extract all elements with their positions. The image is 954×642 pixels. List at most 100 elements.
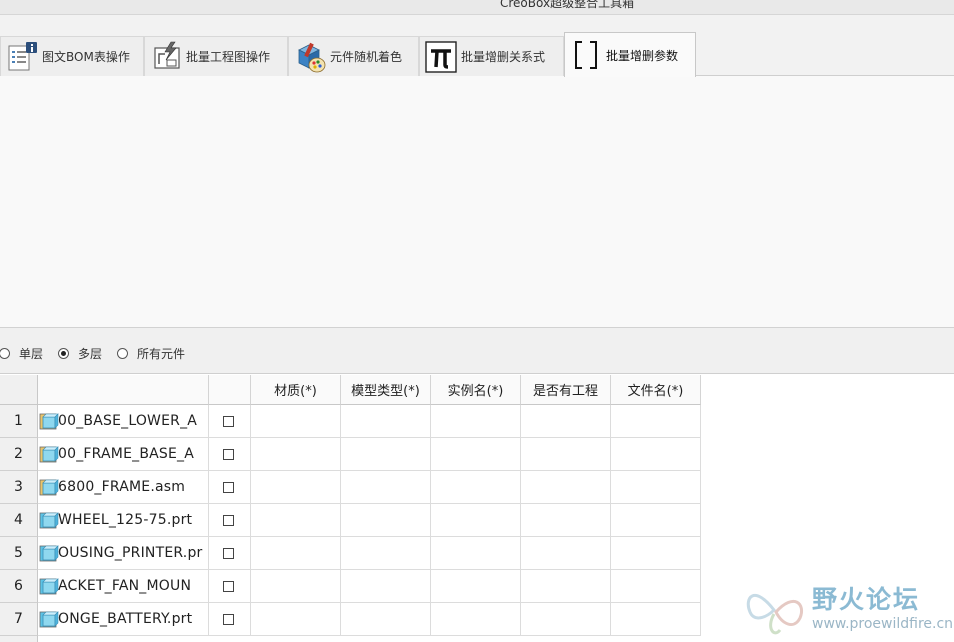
row-checkbox[interactable] [223,515,234,526]
brackets-icon [569,38,603,72]
cell-file-name[interactable] [611,537,701,570]
cell-instance-name[interactable] [431,603,521,636]
cell-file-name[interactable] [611,504,701,537]
cell-model-type[interactable] [341,438,431,471]
cell-instance-name[interactable] [431,504,521,537]
cell-file-name[interactable] [611,570,701,603]
cell-name[interactable]: 00_BASE_LOWER_A [38,405,209,438]
cell-model-type[interactable] [341,471,431,504]
column-header-instance-name[interactable]: 实例名(*) [431,375,521,405]
tab-parameters-label: 批量增删参数 [606,48,679,63]
cell-has-drawing[interactable] [521,603,611,636]
table-row[interactable]: 2 00_FRAME_BASE_A [0,438,701,471]
cell-material[interactable] [251,603,341,636]
part-file-icon [38,510,60,530]
cell-instance-name[interactable] [431,438,521,471]
table-row[interactable]: 5 OUSING_PRINTER.pr [0,537,701,570]
cell-select[interactable] [209,438,251,471]
tab-strip: 图文BOM表操作 批量工程图操作 元件随机着色 批量增删关系式 批量增删参数 [0,15,954,77]
radio-all-components-dot[interactable] [117,348,128,359]
row-number[interactable]: 6 [0,570,38,603]
cell-has-drawing[interactable] [521,570,611,603]
cell-material[interactable] [251,471,341,504]
tab-drawing[interactable]: 批量工程图操作 [144,36,288,76]
cell-name[interactable]: ACKET_FAN_MOUN [38,570,209,603]
table-row[interactable]: 4 WHEEL_125-75.prt [0,504,701,537]
row-checkbox[interactable] [223,614,234,625]
table-row[interactable]: 6 ACKET_FAN_MOUN [0,570,701,603]
assembly-file-icon [38,477,60,497]
cell-has-drawing[interactable] [521,504,611,537]
cell-select[interactable] [209,504,251,537]
tab-bom[interactable]: 图文BOM表操作 [0,36,144,76]
row-number[interactable]: 7 [0,603,38,636]
table-row[interactable]: 1 00_BASE_LOWER_A [0,405,701,438]
cell-file-name[interactable] [611,471,701,504]
cell-file-name[interactable] [611,438,701,471]
tab-parameters[interactable]: 批量增删参数 [564,32,696,77]
radio-multi-level-dot[interactable] [58,348,69,359]
cell-name[interactable]: ONGE_BATTERY.prt [38,603,209,636]
cell-has-drawing[interactable] [521,438,611,471]
cell-instance-name[interactable] [431,570,521,603]
column-header-name[interactable] [38,375,209,405]
row-checkbox[interactable] [223,482,234,493]
row-number[interactable]: 4 [0,504,38,537]
cell-file-name[interactable] [611,603,701,636]
cell-material[interactable] [251,537,341,570]
row-checkbox[interactable] [223,449,234,460]
cell-name[interactable]: OUSING_PRINTER.pr [38,537,209,570]
column-header-file-name[interactable]: 文件名(*) [611,375,701,405]
cell-instance-name[interactable] [431,405,521,438]
tab-bom-label: 图文BOM表操作 [42,50,130,64]
cell-model-type[interactable] [341,603,431,636]
cell-model-type[interactable] [341,504,431,537]
cell-select[interactable] [209,537,251,570]
row-number[interactable]: 1 [0,405,38,438]
cell-material[interactable] [251,438,341,471]
row-checkbox[interactable] [223,416,234,427]
cell-select[interactable] [209,405,251,438]
row-number[interactable]: 3 [0,471,38,504]
watermark-url: www.proewildfire.cn [812,616,954,632]
cell-instance-name[interactable] [431,537,521,570]
cell-select[interactable] [209,471,251,504]
radio-all-components[interactable]: 所有元件 [117,345,185,362]
cell-name[interactable]: 00_FRAME_BASE_A [38,438,209,471]
cell-name[interactable]: WHEEL_125-75.prt [38,504,209,537]
radio-all-components-label: 所有元件 [137,347,186,361]
cell-has-drawing[interactable] [521,471,611,504]
cell-material[interactable] [251,504,341,537]
column-header-model-type[interactable]: 模型类型(*) [341,375,431,405]
cell-has-drawing[interactable] [521,537,611,570]
radio-single-level-dot[interactable] [0,348,10,359]
cell-material[interactable] [251,405,341,438]
table-row[interactable]: 7 ONGE_BATTERY.prt [0,603,701,636]
cell-select[interactable] [209,603,251,636]
table-row[interactable]: 3 6800_FRAME.asm [0,471,701,504]
column-header-has-drawing[interactable]: 是否有工程 [521,375,611,405]
row-number[interactable]: 5 [0,537,38,570]
cell-file-name[interactable] [611,405,701,438]
file-name-text: 6800_FRAME.asm [58,479,186,495]
cell-material[interactable] [251,570,341,603]
radio-multi-level-label: 多层 [78,347,103,361]
cell-model-type[interactable] [341,537,431,570]
file-name-text: 00_FRAME_BASE_A [58,446,195,462]
radio-single-level[interactable]: 单层 [0,345,43,362]
cell-model-type[interactable] [341,405,431,438]
row-checkbox[interactable] [223,548,234,559]
cell-name[interactable]: 6800_FRAME.asm [38,471,209,504]
tab-relations[interactable]: 批量增删关系式 [419,36,564,76]
row-number[interactable]: 2 [0,438,38,471]
tab-random-color[interactable]: 元件随机着色 [288,36,419,76]
cell-model-type[interactable] [341,570,431,603]
cell-instance-name[interactable] [431,471,521,504]
radio-multi-level[interactable]: 多层 [58,345,102,362]
cell-select[interactable] [209,570,251,603]
row-checkbox[interactable] [223,581,234,592]
parameter-panel [0,76,954,328]
cell-has-drawing[interactable] [521,405,611,438]
column-header-material[interactable]: 材质(*) [251,375,341,405]
column-header-select[interactable] [209,375,251,405]
